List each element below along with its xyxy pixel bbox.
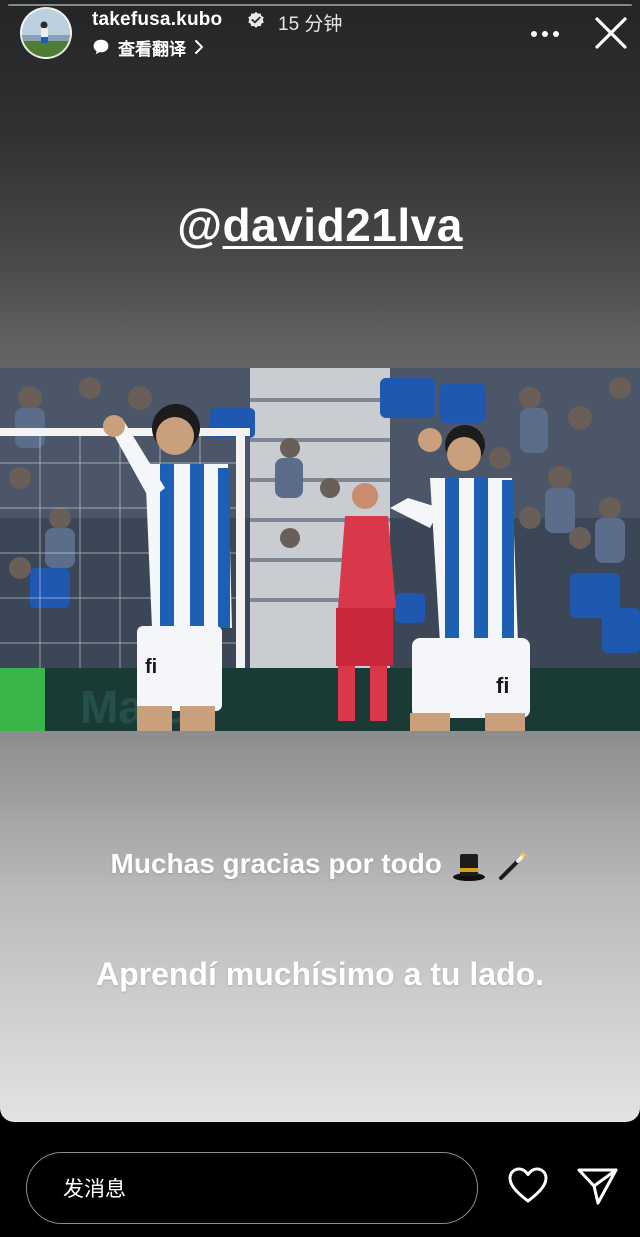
see-translation-button[interactable]: 查看翻译 (92, 35, 204, 59)
chevron-right-icon (195, 40, 203, 54)
heart-icon[interactable] (506, 1164, 550, 1208)
caption-line-1-text: Muchas gracias por todo (110, 848, 442, 879)
story-photo: Marco (0, 368, 640, 731)
magic-wand-icon (499, 850, 528, 880)
post-time: 15 分钟 (278, 14, 343, 35)
send-icon[interactable] (574, 1164, 620, 1208)
translate-icon (93, 39, 109, 55)
username[interactable]: takefusa.kubo (92, 9, 222, 31)
more-options-icon[interactable] (526, 17, 564, 51)
top-hat-icon (452, 853, 485, 881)
story-header: takefusa.kubo 15 分钟 查看翻译 (0, 0, 640, 70)
story-caption-line-2: Aprendí muchísimo a tu lado. (95, 956, 545, 992)
svg-text:fi: fi (496, 673, 509, 698)
mention-at-sign: @ (177, 199, 223, 251)
send-message-input[interactable]: 发消息 (26, 1152, 478, 1224)
send-message-placeholder: 发消息 (63, 1178, 126, 1201)
see-translation-label: 查看翻译 (118, 39, 186, 59)
football-players-image: Marco (0, 368, 640, 731)
close-icon[interactable] (590, 12, 632, 54)
story-card[interactable]: takefusa.kubo 15 分钟 查看翻译 @david21lva fi … (0, 0, 640, 1122)
avatar[interactable] (20, 7, 72, 59)
mention-username: david21lva (222, 199, 463, 251)
svg-text:fi: fi (145, 656, 157, 678)
story-caption-line-1: Muchas gracias por todo (0, 848, 640, 882)
verified-badge-icon (248, 11, 264, 28)
user-mention-sticker[interactable]: @david21lva (0, 198, 640, 252)
reply-bar: 发消息 (0, 1122, 640, 1237)
